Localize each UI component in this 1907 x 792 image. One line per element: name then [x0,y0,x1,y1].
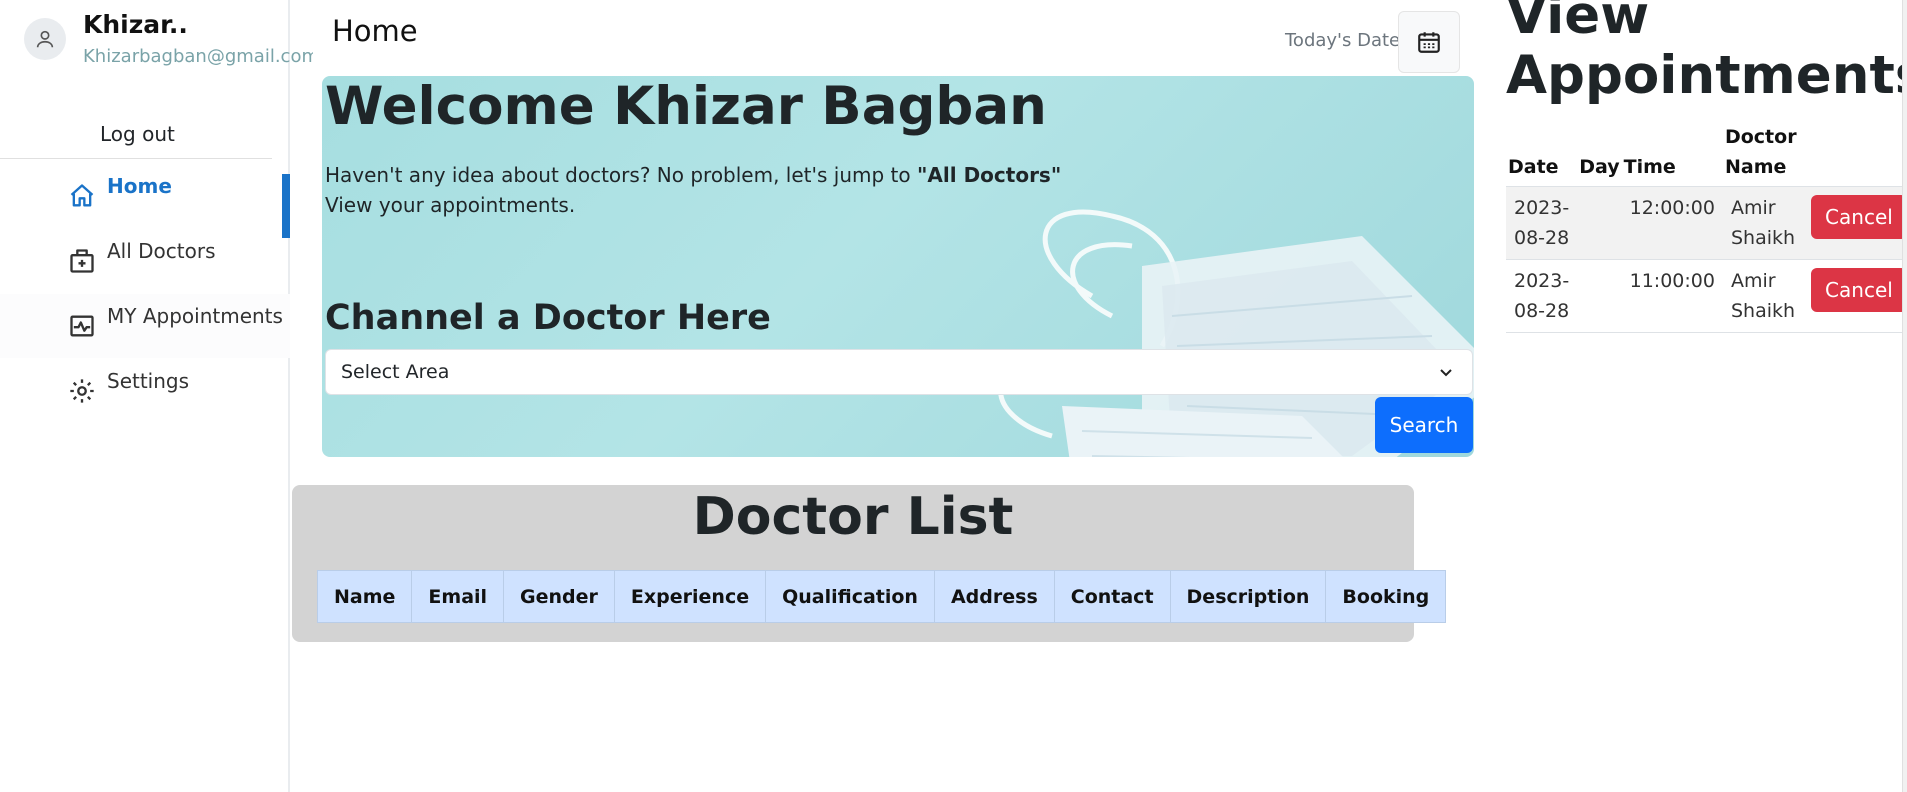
user-name: Khizar.. [83,10,188,39]
doctor-list-title: Doctor List [692,487,1014,547]
area-select-value: Select Area [341,361,450,383]
sidebar-item-my-appointments[interactable]: MY Appointments [0,294,290,358]
appointment-time: 12:00:00 [1621,186,1723,260]
banner-line1: Haven't any idea about doctors? No probl… [325,163,917,187]
search-button[interactable]: Search [1375,397,1473,453]
banner-line2: View your appointments. [325,193,576,217]
sidebar-item-label: Settings [107,369,190,393]
sidebar-item-label: MY Appointments [107,304,283,328]
home-icon [70,184,94,207]
appointment-date: 2023-08-28 [1506,259,1578,333]
sidebar-divider [0,158,272,159]
appointment-date: 2023-08-28 [1506,186,1578,260]
appointment-day [1577,186,1622,260]
appointment-action-cell: Cancel [1803,186,1907,260]
table-row: 2023-08-28 12:00:00 Amir Shaikh Cancel [1506,186,1907,260]
banner-description: Haven't any idea about doctors? No probl… [325,160,1061,220]
sidebar-item-label: All Doctors [107,239,216,263]
column-header-date: Date [1508,156,1559,178]
column-header: Qualification [765,570,935,623]
welcome-banner: Welcome Khizar Bagban Haven't any idea a… [322,76,1474,457]
column-header: Description [1169,570,1327,623]
user-icon [36,30,54,48]
chevron-down-icon [1440,369,1452,377]
table-header-row: Date Day Time Doctor Name [1506,122,1907,187]
table-row: 2023-08-28 11:00:00 Amir Shaikh Cancel [1506,259,1907,333]
cancel-button[interactable]: Cancel [1811,195,1907,239]
column-header: Gender [503,570,615,623]
sidebar: Khizar.. Khizarbagban@gmail.com Log out … [0,0,313,792]
sidebar-item-label: Home [107,174,172,198]
sidebar-item-home[interactable]: Home [0,164,290,238]
column-header: Address [933,570,1055,623]
area-select[interactable]: Select Area [325,349,1473,395]
welcome-heading: Welcome Khizar Bagban [325,76,1047,137]
appointment-day [1577,259,1622,333]
calendar-icon [1418,32,1440,53]
sidebar-item-settings[interactable]: Settings [0,359,290,423]
channel-heading: Channel a Doctor Here [325,298,771,338]
user-email: Khizarbagban@gmail.com [83,46,313,67]
column-header: Booking [1325,570,1447,623]
sidebar-item-all-doctors[interactable]: All Doctors [0,229,290,293]
date-label: Today's Date [1285,30,1401,51]
main-content: Home Today's Date Welcome Khizar Bagban … [292,0,1502,792]
column-header-action [1803,122,1907,187]
hospital-icon [70,249,94,273]
gear-icon [70,379,94,403]
heartbeat-icon [70,315,94,337]
appointment-doctor: Amir Shaikh [1722,186,1804,260]
column-header: Name [316,570,413,623]
appointment-doctor: Amir Shaikh [1722,259,1804,333]
column-header: Email [411,570,505,623]
appointment-action-cell: Cancel [1803,259,1907,333]
calendar-button[interactable] [1398,11,1460,73]
column-header-time: Time [1623,156,1676,178]
vertical-scrollbar[interactable] [1902,0,1907,792]
appointment-time: 11:00:00 [1621,259,1723,333]
appointments-table: Date Day Time Doctor Name 2023-08-28 12:… [1506,122,1907,333]
column-header-day: Day [1579,156,1620,178]
page-title: Home [332,14,418,48]
column-header-doctor: Doctor Name [1724,126,1797,178]
avatar [24,18,66,60]
column-header: Experience [613,570,767,623]
column-header: Contact [1053,570,1171,623]
cancel-button[interactable]: Cancel [1811,268,1907,312]
appointments-panel: View Appointments Date Day Time Doctor N… [1506,0,1907,792]
table-header-row: Name Email Gender Experience Qualificati… [316,570,1447,623]
appointments-title: View Appointments [1506,0,1907,106]
doctor-table: Name Email Gender Experience Qualificati… [316,570,1447,623]
doctor-list-panel: Doctor List Name Email Gender Experience… [292,485,1447,642]
logout-button[interactable]: Log out [100,122,175,146]
all-doctors-link[interactable]: "All Doctors" [917,163,1061,187]
